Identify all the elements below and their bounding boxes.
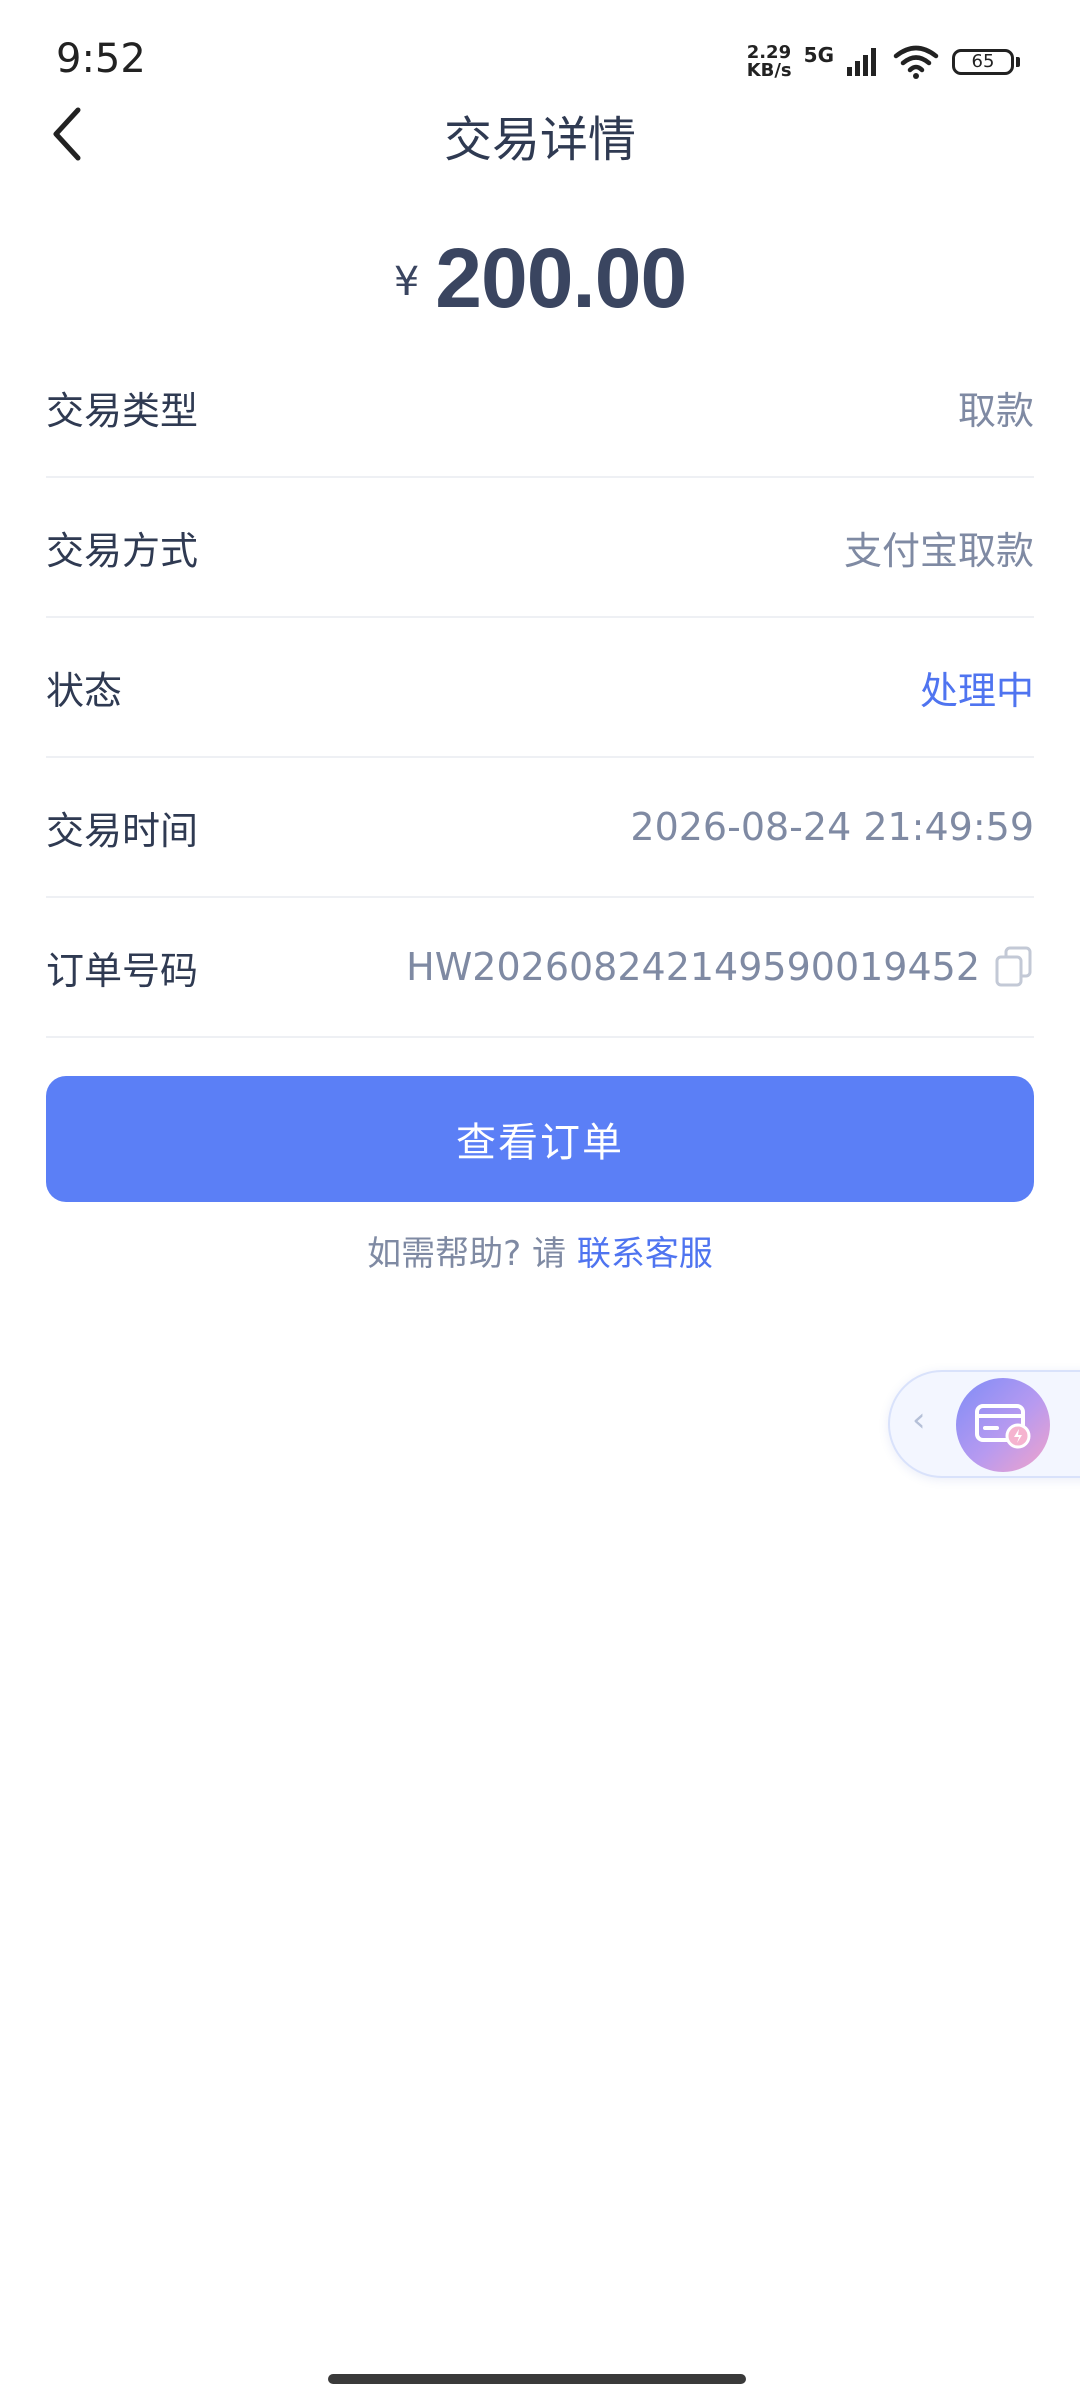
amount-value: 200.00 — [435, 231, 687, 325]
amount-display: ¥200.00 — [0, 230, 1080, 327]
order-number-wrap: HW20260824214959001945​2 — [406, 945, 1034, 989]
help-prefix: 如需帮助? 请 — [367, 1234, 567, 1274]
home-indicator[interactable] — [328, 2374, 746, 2384]
currency-symbol: ¥ — [393, 259, 420, 305]
detail-row-status: 状态 处理中 — [46, 618, 1034, 758]
battery-icon: 65 — [952, 49, 1020, 75]
network-speed-unit: KB/s — [746, 60, 792, 81]
battery-tip — [1016, 57, 1020, 67]
detail-label: 交易类型 — [46, 388, 199, 433]
detail-label: 交易方式 — [46, 528, 199, 573]
floating-wallet-widget[interactable]: ‹ — [888, 1370, 1080, 1478]
detail-row-order-number: 订单号码 HW20260824214959001945​2 — [46, 898, 1034, 1038]
detail-list: 交易类型 取款 交易方式 支付宝取款 状态 处理中 交易时间 2026-08-2… — [46, 338, 1034, 1038]
signal-icon — [847, 48, 876, 76]
detail-label: 交易时间 — [46, 808, 199, 853]
wallet-card-icon — [956, 1378, 1050, 1472]
detail-value: 支付宝取款 — [843, 528, 1034, 573]
status-value: 处理中 — [919, 668, 1034, 713]
detail-value: 取款 — [957, 388, 1034, 433]
copy-icon[interactable] — [994, 946, 1034, 988]
status-icons: 2.29 KB/s 5G 65 — [747, 40, 1020, 84]
detail-row-method: 交易方式 支付宝取款 — [46, 478, 1034, 618]
wifi-icon — [893, 45, 939, 79]
detail-label: 订单号码 — [46, 948, 199, 993]
page-title: 交易详情 — [443, 112, 636, 168]
header: 交易详情 — [0, 90, 1080, 210]
chevron-left-icon: ‹ — [912, 1400, 926, 1440]
detail-value: 2026-08-24 21:49:59 — [630, 805, 1034, 849]
network-speed: 2.29 KB/s — [747, 44, 792, 80]
detail-label: 状态 — [46, 668, 123, 713]
network-type: 5G — [803, 43, 834, 67]
contact-support-link[interactable]: 联系客服 — [577, 1234, 713, 1274]
status-bar: 9:52 2.29 KB/s 5G 65 — [0, 0, 1080, 90]
help-text: 如需帮助? 请 联系客服 — [0, 1226, 1080, 1275]
detail-row-time: 交易时间 2026-08-24 21:49:59 — [46, 758, 1034, 898]
view-order-button[interactable]: 查看订单 — [46, 1076, 1034, 1202]
order-number: HW20260824214959001945​2 — [406, 945, 980, 989]
battery-level: 65 — [952, 49, 1014, 75]
status-time: 9:52 — [56, 36, 146, 82]
detail-row-type: 交易类型 取款 — [46, 338, 1034, 478]
